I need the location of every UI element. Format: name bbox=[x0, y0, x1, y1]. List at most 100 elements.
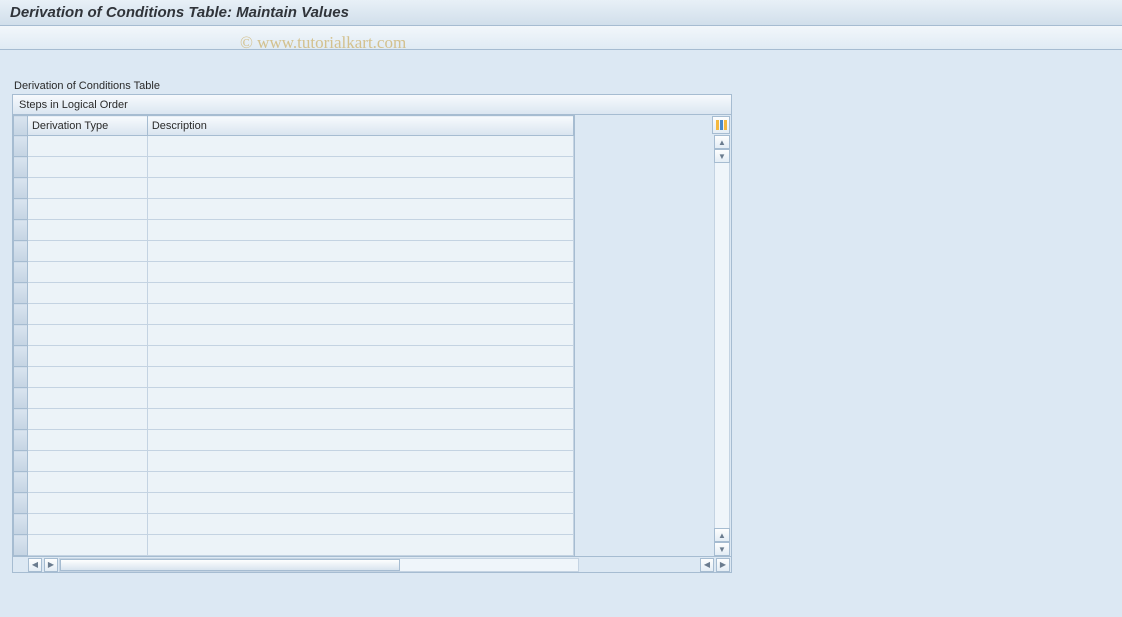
cell-description[interactable] bbox=[147, 325, 573, 346]
cell-description[interactable] bbox=[147, 262, 573, 283]
row-selector[interactable] bbox=[14, 283, 28, 304]
cell-description[interactable] bbox=[147, 535, 573, 556]
cell-description[interactable] bbox=[147, 367, 573, 388]
table-row bbox=[14, 514, 574, 535]
column-header-derivation-type[interactable]: Derivation Type bbox=[27, 116, 147, 136]
scroll-up-step-button[interactable]: ▲ bbox=[714, 528, 730, 542]
table-row bbox=[14, 304, 574, 325]
cell-description[interactable] bbox=[147, 472, 573, 493]
table-row bbox=[14, 346, 574, 367]
cell-description[interactable] bbox=[147, 136, 573, 157]
cell-derivation-type[interactable] bbox=[27, 430, 147, 451]
scroll-left-button[interactable]: ◀ bbox=[28, 558, 42, 572]
table-row bbox=[14, 220, 574, 241]
cell-description[interactable] bbox=[147, 409, 573, 430]
cell-derivation-type[interactable] bbox=[27, 136, 147, 157]
row-selector[interactable] bbox=[14, 409, 28, 430]
row-selector[interactable] bbox=[14, 178, 28, 199]
cell-derivation-type[interactable] bbox=[27, 346, 147, 367]
table-row bbox=[14, 535, 574, 556]
row-selector[interactable] bbox=[14, 157, 28, 178]
cell-derivation-type[interactable] bbox=[27, 178, 147, 199]
cell-derivation-type[interactable] bbox=[27, 388, 147, 409]
cell-derivation-type[interactable] bbox=[27, 262, 147, 283]
application-toolbar bbox=[0, 26, 1122, 50]
row-selector[interactable] bbox=[14, 388, 28, 409]
cell-derivation-type[interactable] bbox=[27, 472, 147, 493]
cell-derivation-type[interactable] bbox=[27, 241, 147, 262]
row-selector[interactable] bbox=[14, 199, 28, 220]
cell-description[interactable] bbox=[147, 430, 573, 451]
row-selector[interactable] bbox=[14, 451, 28, 472]
cell-derivation-type[interactable] bbox=[27, 493, 147, 514]
page-title: Derivation of Conditions Table: Maintain… bbox=[10, 4, 349, 21]
title-bar: Derivation of Conditions Table: Maintain… bbox=[0, 0, 1122, 26]
table-row bbox=[14, 367, 574, 388]
section-label: Derivation of Conditions Table bbox=[12, 80, 1110, 92]
cell-derivation-type[interactable] bbox=[27, 409, 147, 430]
table-row bbox=[14, 283, 574, 304]
table-settings-button[interactable] bbox=[712, 116, 730, 134]
horizontal-scrollbar: ◀ ▶ ◀ ▶ bbox=[13, 556, 731, 572]
scroll-down-step-button[interactable]: ▼ bbox=[714, 149, 730, 163]
row-selector[interactable] bbox=[14, 367, 28, 388]
row-selector[interactable] bbox=[14, 472, 28, 493]
table-row bbox=[14, 136, 574, 157]
cell-description[interactable] bbox=[147, 514, 573, 535]
cell-derivation-type[interactable] bbox=[27, 283, 147, 304]
scroll-left-step-button[interactable]: ◀ bbox=[700, 558, 714, 572]
cell-derivation-type[interactable] bbox=[27, 220, 147, 241]
row-selector[interactable] bbox=[14, 346, 28, 367]
cell-description[interactable] bbox=[147, 241, 573, 262]
row-selector[interactable] bbox=[14, 220, 28, 241]
vertical-scrollbar: ▲ ▼ ▲ ▼ bbox=[714, 135, 730, 556]
row-selector[interactable] bbox=[14, 241, 28, 262]
cell-derivation-type[interactable] bbox=[27, 514, 147, 535]
row-selector[interactable] bbox=[14, 262, 28, 283]
table-row bbox=[14, 472, 574, 493]
cell-description[interactable] bbox=[147, 283, 573, 304]
row-selector[interactable] bbox=[14, 136, 28, 157]
scroll-up-button[interactable]: ▲ bbox=[714, 135, 730, 149]
row-selector[interactable] bbox=[14, 514, 28, 535]
cell-derivation-type[interactable] bbox=[27, 325, 147, 346]
column-header-description[interactable]: Description bbox=[147, 116, 573, 136]
cell-description[interactable] bbox=[147, 493, 573, 514]
scroll-right-button[interactable]: ▶ bbox=[716, 558, 730, 572]
row-selector[interactable] bbox=[14, 325, 28, 346]
grid-container: Derivation Type Description ▲ bbox=[13, 115, 731, 556]
table-row bbox=[14, 157, 574, 178]
vertical-scroll-track[interactable] bbox=[714, 163, 730, 528]
steps-table: Derivation Type Description bbox=[13, 115, 574, 556]
cell-description[interactable] bbox=[147, 178, 573, 199]
cell-derivation-type[interactable] bbox=[27, 451, 147, 472]
row-selector[interactable] bbox=[14, 535, 28, 556]
cell-derivation-type[interactable] bbox=[27, 199, 147, 220]
table-row bbox=[14, 451, 574, 472]
table-settings-icon bbox=[716, 120, 727, 130]
horizontal-scroll-track[interactable] bbox=[59, 558, 579, 572]
cell-description[interactable] bbox=[147, 304, 573, 325]
scroll-down-button[interactable]: ▼ bbox=[714, 542, 730, 556]
row-selector[interactable] bbox=[14, 430, 28, 451]
cell-derivation-type[interactable] bbox=[27, 367, 147, 388]
table-row bbox=[14, 178, 574, 199]
row-selector[interactable] bbox=[14, 493, 28, 514]
table-row bbox=[14, 493, 574, 514]
steps-panel: Steps in Logical Order Derivation Type D… bbox=[12, 94, 732, 573]
cell-description[interactable] bbox=[147, 199, 573, 220]
row-selector[interactable] bbox=[14, 304, 28, 325]
row-selector-header[interactable] bbox=[14, 116, 28, 136]
cell-description[interactable] bbox=[147, 220, 573, 241]
table-row bbox=[14, 325, 574, 346]
horizontal-scroll-thumb[interactable] bbox=[60, 559, 400, 571]
table-row bbox=[14, 241, 574, 262]
cell-description[interactable] bbox=[147, 451, 573, 472]
cell-description[interactable] bbox=[147, 346, 573, 367]
cell-description[interactable] bbox=[147, 388, 573, 409]
scroll-right-step-button[interactable]: ▶ bbox=[44, 558, 58, 572]
cell-description[interactable] bbox=[147, 157, 573, 178]
cell-derivation-type[interactable] bbox=[27, 304, 147, 325]
cell-derivation-type[interactable] bbox=[27, 535, 147, 556]
cell-derivation-type[interactable] bbox=[27, 157, 147, 178]
